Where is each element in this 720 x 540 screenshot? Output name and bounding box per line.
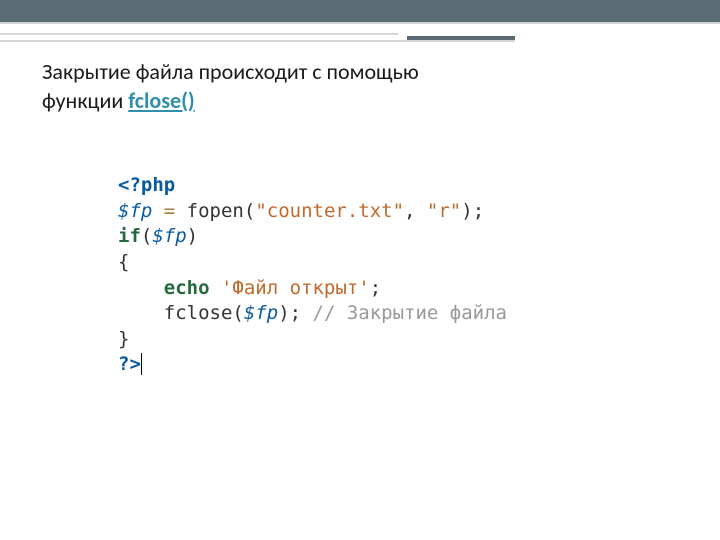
indent1 xyxy=(118,277,164,299)
fn-fopen: fopen xyxy=(187,200,244,222)
var-fp3: $fp xyxy=(244,302,278,324)
fclose-link[interactable]: fclose() xyxy=(128,87,195,114)
assign-op: = xyxy=(152,200,186,222)
space xyxy=(210,277,221,299)
comment-close-file: // Закрытие файла xyxy=(301,302,507,324)
slide-header-bar xyxy=(0,0,720,24)
rparen-semi: ); xyxy=(461,200,484,222)
php-close-tag: ?> xyxy=(118,353,142,375)
brace-open: { xyxy=(118,251,129,273)
heading-line2-prefix: функции xyxy=(42,87,128,114)
lparen2: ( xyxy=(141,225,152,247)
str-filename: "counter.txt" xyxy=(255,200,404,222)
php-code-block: <?php $fp = fopen("counter.txt", "r"); i… xyxy=(118,173,507,378)
str-file-open: 'Файл открыт' xyxy=(221,277,370,299)
kw-echo: echo xyxy=(164,277,210,299)
lparen: ( xyxy=(244,200,255,222)
brace-close: } xyxy=(118,328,129,350)
kw-if: if xyxy=(118,225,141,247)
comma: , xyxy=(404,200,427,222)
accent-line-top xyxy=(0,33,398,35)
rparen2: ) xyxy=(187,225,198,247)
var-fp: $fp xyxy=(118,200,152,222)
lparen3: ( xyxy=(232,302,243,324)
indent2 xyxy=(118,302,164,324)
accent-line-bottom xyxy=(0,40,515,42)
php-open-tag: <?php xyxy=(118,174,175,196)
fn-fclose: fclose xyxy=(164,302,233,324)
str-mode: "r" xyxy=(427,200,461,222)
heading-line1: Закрытие файла происходит с помощью xyxy=(42,58,419,85)
rparen-semi2: ); xyxy=(278,302,301,324)
var-fp2: $fp xyxy=(152,225,186,247)
heading: Закрытие файла происходит с помощью функ… xyxy=(42,58,419,115)
semi1: ; xyxy=(370,277,381,299)
